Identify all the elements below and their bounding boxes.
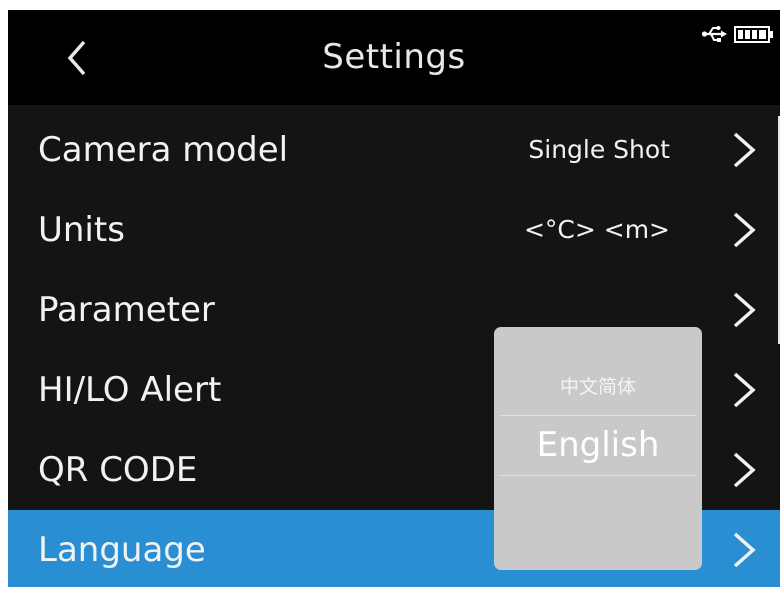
usb-icon bbox=[701, 26, 727, 42]
menu-item-label: Units bbox=[38, 210, 125, 250]
menu-item-label: Parameter bbox=[38, 290, 215, 330]
menu-item-value: <°C> <m> bbox=[523, 215, 670, 244]
chevron-right-icon bbox=[733, 292, 756, 328]
menu-item-label: QR CODE bbox=[38, 450, 198, 490]
device-screen: Settings Camera model Single Shot Units … bbox=[8, 10, 780, 587]
chevron-right-icon bbox=[733, 212, 756, 248]
scrollbar[interactable] bbox=[778, 116, 780, 344]
battery-icon bbox=[734, 26, 773, 43]
chevron-right-icon bbox=[733, 452, 756, 488]
language-picker: 中文简体 English bbox=[494, 327, 702, 570]
menu-item-units[interactable]: Units <°C> <m> bbox=[8, 190, 780, 270]
menu-item-label: HI/LO Alert bbox=[38, 370, 222, 410]
language-option-english[interactable]: English bbox=[494, 417, 702, 473]
chevron-right-icon bbox=[733, 132, 756, 168]
chevron-right-icon bbox=[733, 372, 756, 408]
menu-item-value: Single Shot bbox=[528, 135, 670, 164]
menu-item-label: Camera model bbox=[38, 130, 289, 170]
divider bbox=[500, 415, 696, 416]
language-option-chinese[interactable]: 中文简体 bbox=[494, 359, 702, 415]
header-bar: Settings bbox=[8, 10, 780, 105]
divider bbox=[500, 475, 696, 476]
menu-item-camera-model[interactable]: Camera model Single Shot bbox=[8, 110, 780, 190]
chevron-left-icon bbox=[67, 40, 86, 76]
back-button[interactable] bbox=[58, 32, 98, 84]
menu-item-label: Language bbox=[38, 530, 206, 570]
page-title: Settings bbox=[322, 37, 466, 77]
chevron-right-icon bbox=[733, 532, 756, 568]
